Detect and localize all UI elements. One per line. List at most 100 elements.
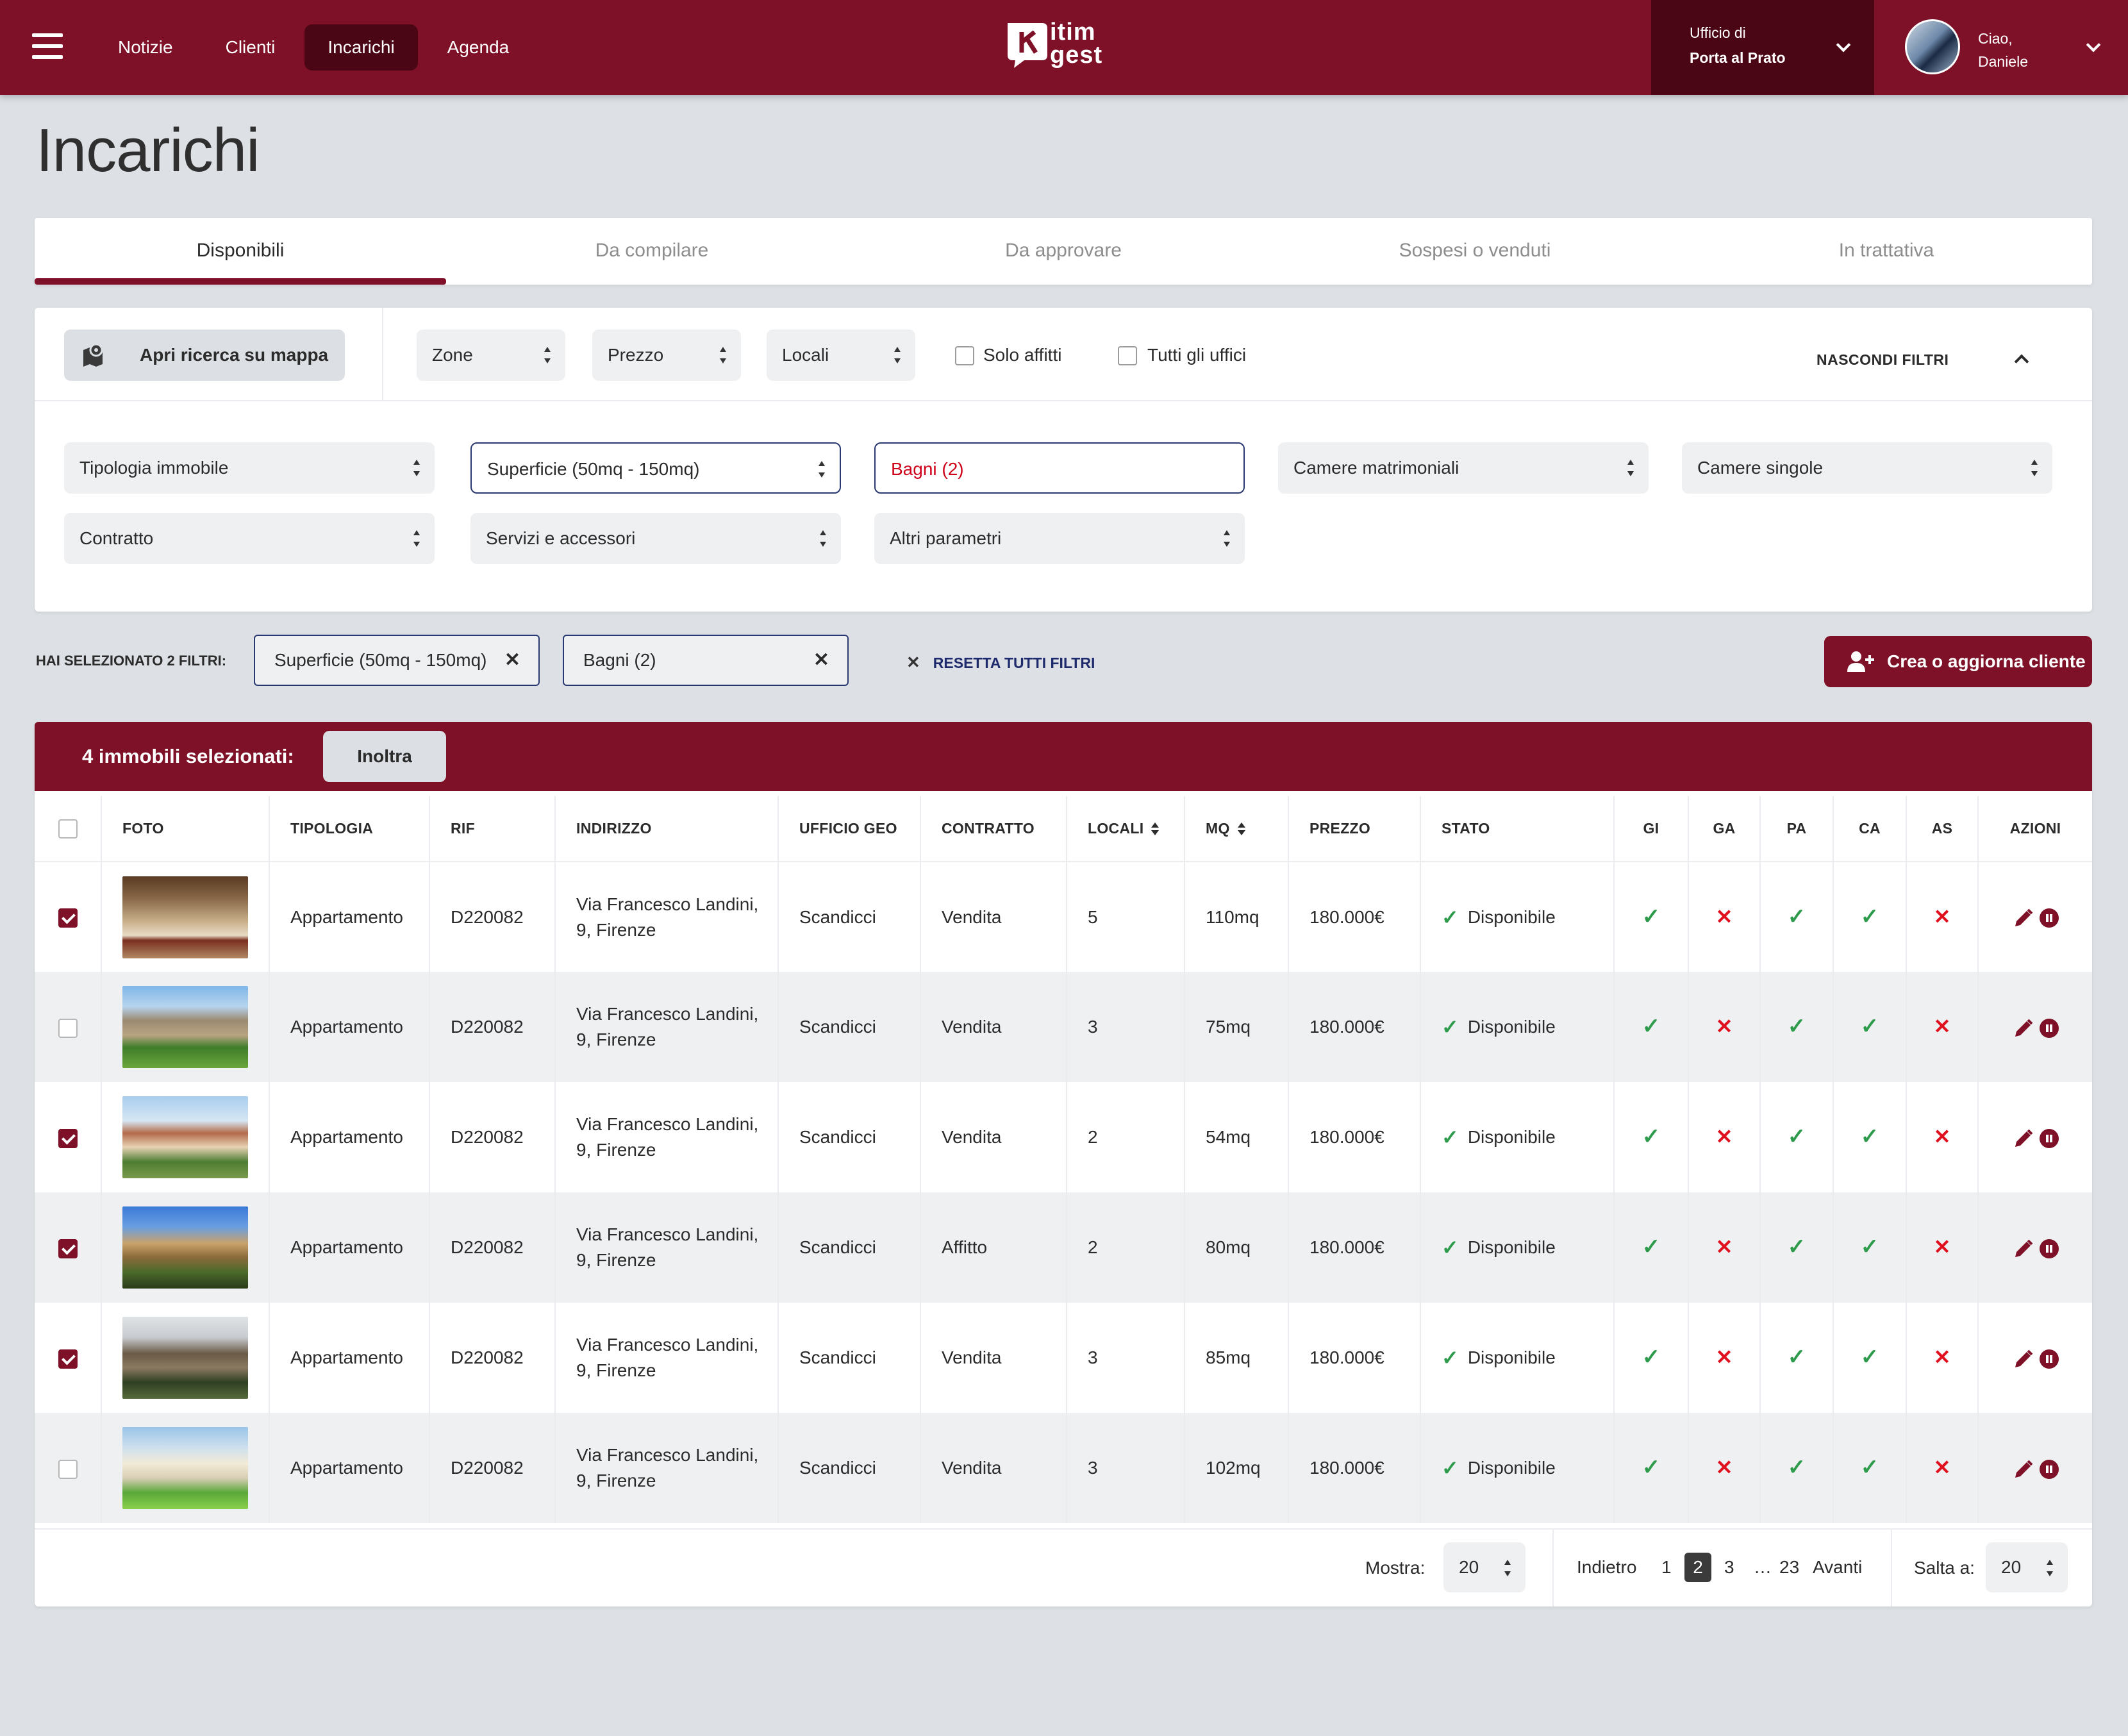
servizi-select[interactable]: Servizi e accessori [470, 513, 841, 564]
property-photo[interactable] [122, 1317, 248, 1399]
sort-icon[interactable] [1151, 822, 1160, 835]
pause-icon[interactable] [2039, 1239, 2059, 1258]
user-menu[interactable]: Ciao, Daniele [1874, 0, 2128, 95]
col-locali[interactable]: LOCALI [1067, 796, 1185, 862]
nav-item-agenda[interactable]: Agenda [424, 24, 533, 71]
itimgest-logo[interactable]: itim gest [1005, 19, 1124, 73]
row-checkbox[interactable] [58, 908, 78, 928]
page-23[interactable]: 23 [1779, 1553, 1799, 1582]
check-icon: ✓ [1860, 1014, 1879, 1039]
close-icon[interactable]: ✕ [813, 636, 829, 685]
property-photo[interactable] [122, 1206, 248, 1289]
pencil-icon[interactable] [2013, 1017, 2034, 1039]
next-page-button[interactable]: Avanti [1813, 1553, 1862, 1582]
solo-affitti-label: Solo affitti [983, 345, 1062, 365]
tipologia-cell: Appartamento [269, 1082, 430, 1192]
create-client-button[interactable]: Crea o aggiorna cliente [1824, 636, 2092, 687]
map-search-button[interactable]: Apri ricerca su mappa [64, 330, 345, 381]
table-row[interactable]: Appartamento D220082 Via Francesco Landini… [35, 1082, 2092, 1192]
tab-in-trattativa[interactable]: In trattativa [1681, 218, 2092, 285]
table-row[interactable]: Appartamento D220082 Via Francesco Landini… [35, 862, 2092, 972]
flag-cell: ✓ [1614, 1192, 1689, 1303]
pause-icon[interactable] [2039, 1349, 2059, 1369]
nav-item-incarichi[interactable]: Incarichi [304, 24, 418, 71]
prev-page-button[interactable]: Indietro [1577, 1553, 1636, 1582]
col-rif[interactable]: RIF [429, 796, 556, 862]
office-selector[interactable]: Ufficio di Porta al Prato [1651, 0, 1874, 95]
pause-icon[interactable] [2039, 1459, 2059, 1479]
col-ufficio-geo[interactable]: UFFICIO GEO [778, 796, 921, 862]
cross-icon: ✕ [1933, 1456, 1951, 1479]
table-row[interactable]: Appartamento D220082 Via Francesco Landini… [35, 1303, 2092, 1413]
hide-filters-button[interactable]: NASCONDI FILTRI [1816, 351, 1949, 369]
property-photo[interactable] [122, 1096, 248, 1178]
row-checkbox[interactable] [58, 1349, 78, 1369]
superficie-select[interactable]: Superficie (50mq - 150mq) [470, 442, 841, 494]
col-tipologia[interactable]: TIPOLOGIA [269, 796, 430, 862]
row-checkbox[interactable] [58, 1128, 78, 1148]
check-icon: ✓ [1860, 904, 1879, 929]
nav-item-clienti[interactable]: Clienti [203, 24, 299, 71]
jump-to-page-select[interactable]: 20 [1986, 1542, 2068, 1592]
tab-da-approvare[interactable]: Da approvare [858, 218, 1269, 285]
col-prezzo[interactable]: PREZZO [1288, 796, 1421, 862]
prezzo-select[interactable]: Prezzo [592, 330, 741, 381]
pencil-icon[interactable] [2013, 1128, 2034, 1149]
page-1[interactable]: 1 [1661, 1553, 1672, 1582]
contratto-cell: Vendita [920, 1413, 1067, 1523]
solo-affitti-checkbox[interactable] [955, 346, 974, 365]
close-icon[interactable]: ✕ [504, 636, 520, 685]
table-row[interactable]: Appartamento D220082 Via Francesco Landini… [35, 972, 2092, 1082]
pencil-icon[interactable] [2013, 1458, 2034, 1480]
sort-icon[interactable] [1237, 822, 1245, 835]
altri-parametri-select[interactable]: Altri parametri [874, 513, 1245, 564]
pencil-icon[interactable] [2013, 1348, 2034, 1370]
locali-select[interactable]: Locali [767, 330, 915, 381]
pause-icon[interactable] [2039, 1018, 2059, 1038]
tab-sospesi-o-venduti[interactable]: Sospesi o venduti [1269, 218, 1681, 285]
col-indirizzo[interactable]: INDIRIZZO [555, 796, 779, 862]
tab-da-compilare[interactable]: Da compilare [446, 218, 858, 285]
table-row[interactable]: Appartamento D220082 Via Francesco Landini… [35, 1413, 2092, 1523]
camere-singole-select[interactable]: Camere singole [1682, 442, 2052, 494]
hamburger-menu-icon[interactable] [32, 33, 63, 59]
tutti-uffici-checkbox[interactable] [1118, 346, 1137, 365]
zone-select[interactable]: Zone [417, 330, 565, 381]
select-arrows-icon [413, 460, 420, 476]
page-size-select[interactable]: 20 [1443, 1542, 1525, 1592]
contratto-select[interactable]: Contratto [64, 513, 435, 564]
col-pa: PA [1760, 796, 1834, 862]
map-pin-icon [83, 343, 103, 367]
row-checkbox[interactable] [58, 1239, 78, 1258]
check-icon: ✓ [1642, 1235, 1661, 1259]
tab-disponibili[interactable]: Disponibili [35, 218, 446, 285]
page-3[interactable]: 3 [1724, 1553, 1734, 1582]
table-row[interactable]: Appartamento D220082 Via Francesco Landini… [35, 1192, 2092, 1303]
pause-icon[interactable] [2039, 908, 2059, 928]
pencil-icon[interactable] [2013, 907, 2034, 929]
col-ga: GA [1688, 796, 1761, 862]
page-2-current[interactable]: 2 [1684, 1553, 1711, 1582]
property-photo[interactable] [122, 1427, 248, 1509]
row-checkbox[interactable] [58, 1018, 78, 1038]
camere-matrimoniali-select[interactable]: Camere matrimoniali [1278, 442, 1649, 494]
col-stato[interactable]: STATO [1420, 796, 1615, 862]
cross-icon: ✕ [1933, 1125, 1951, 1148]
col-contratto[interactable]: CONTRATTO [920, 796, 1067, 862]
tipologia-select[interactable]: Tipologia immobile [64, 442, 435, 494]
chevron-up-icon[interactable] [2014, 354, 2029, 369]
reset-filters-button[interactable]: ✕ RESETTA TUTTI FILTRI [906, 653, 1095, 672]
forward-button[interactable]: Inoltra [323, 731, 446, 782]
stato-cell: ✓ Disponibile [1420, 862, 1615, 972]
row-checkbox[interactable] [58, 1459, 78, 1479]
pause-icon[interactable] [2039, 1128, 2059, 1148]
select-all-checkbox[interactable] [58, 819, 78, 839]
property-photo[interactable] [122, 986, 248, 1068]
col-mq[interactable]: MQ [1185, 796, 1289, 862]
close-icon: ✕ [906, 653, 920, 672]
nav-item-notizie[interactable]: Notizie [95, 24, 196, 71]
prezzo-cell: 180.000€ [1288, 1192, 1421, 1303]
property-photo[interactable] [122, 876, 248, 958]
pencil-icon[interactable] [2013, 1238, 2034, 1260]
bagni-input[interactable]: Bagni (2) [874, 442, 1245, 494]
